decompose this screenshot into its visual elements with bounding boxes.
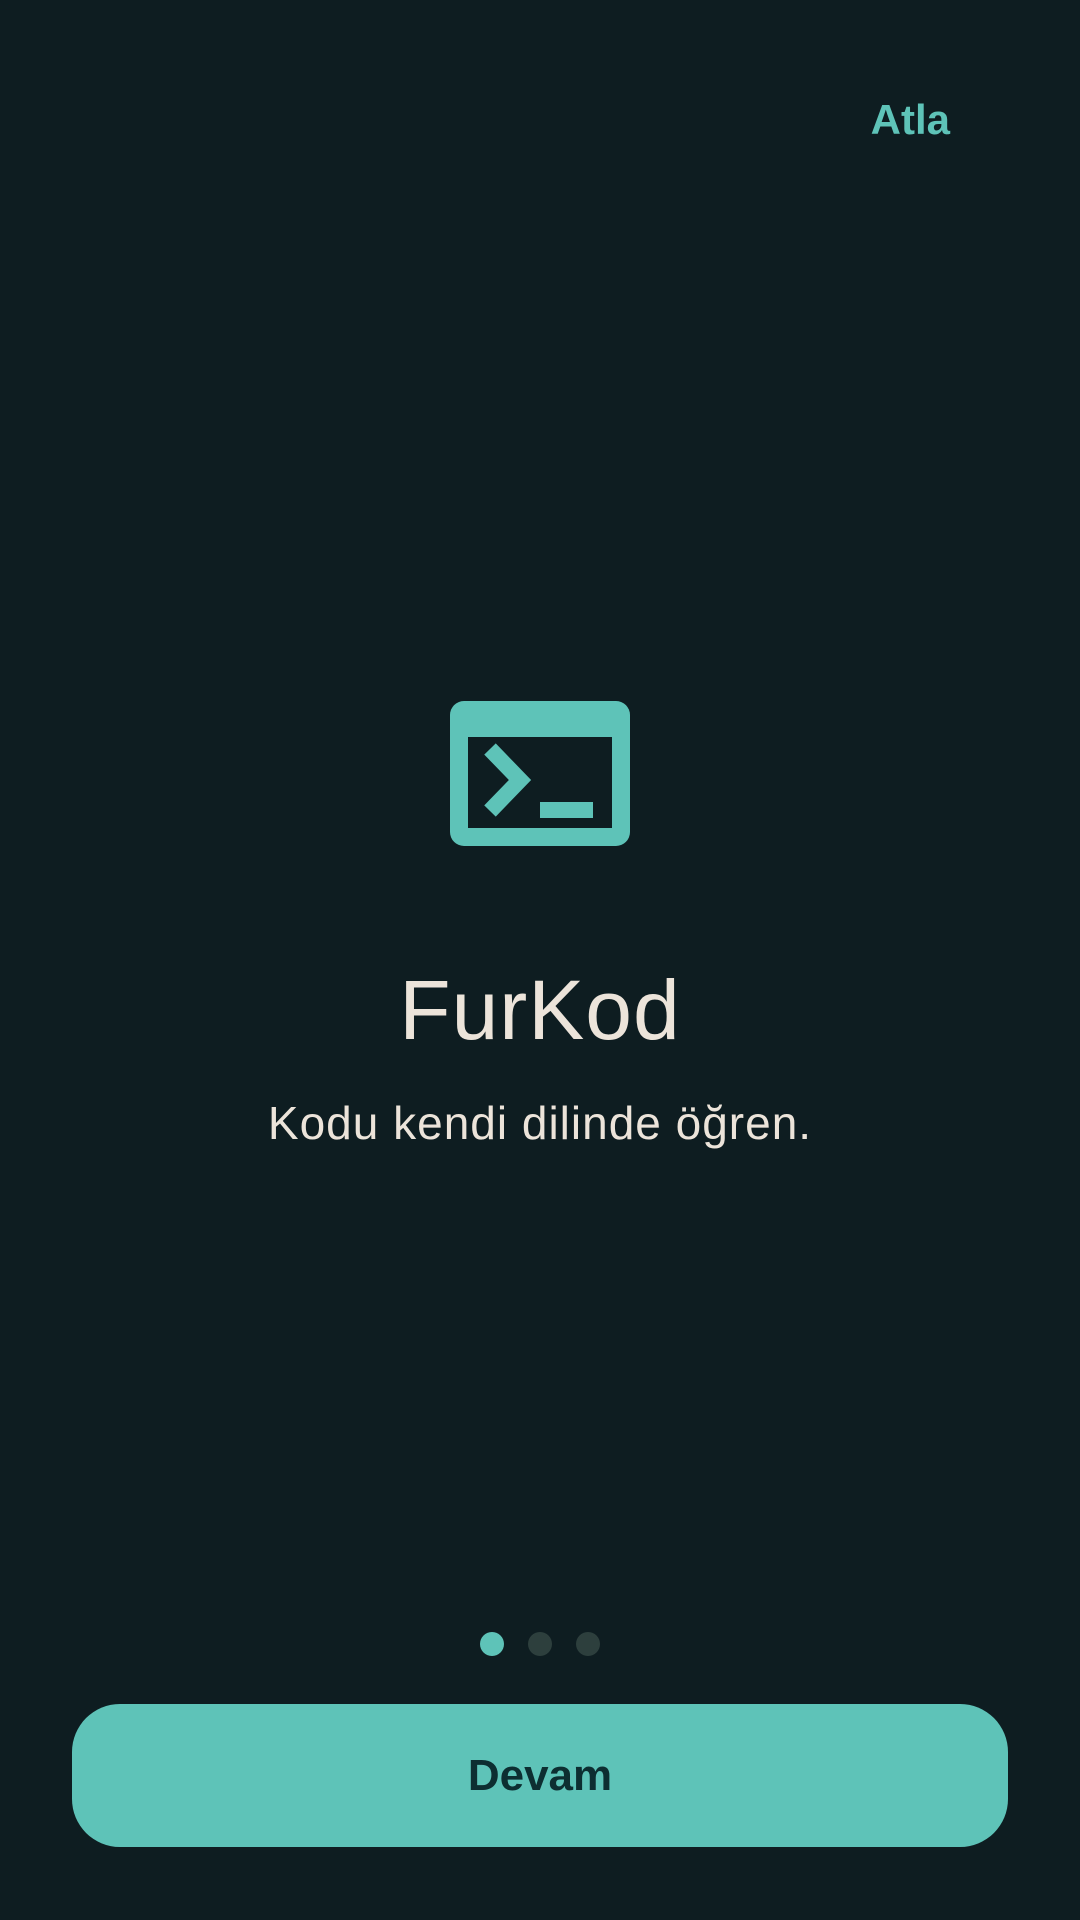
page-dot-3 (576, 1632, 600, 1656)
page-dot-2 (528, 1632, 552, 1656)
page-dot-1 (480, 1632, 504, 1656)
page-indicator (0, 1632, 1080, 1656)
continue-button[interactable]: Devam (72, 1704, 1008, 1847)
skip-button[interactable]: Atla (871, 90, 950, 150)
terminal-icon (450, 701, 630, 846)
tagline: Kodu kendi dilinde öğren. (267, 1097, 813, 1149)
app-title: FurKod (399, 963, 681, 1057)
